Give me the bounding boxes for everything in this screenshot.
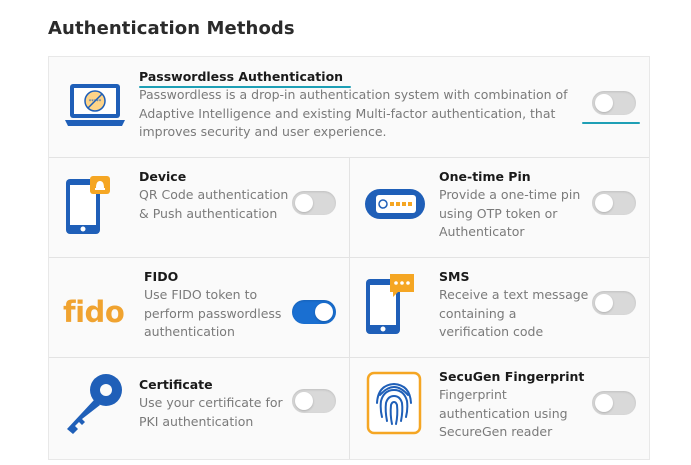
sms-label: SMS [439, 269, 470, 284]
fingerprint-label: SecuGen Fingerprint [439, 369, 585, 384]
fido-description: Use FIDO token to perform passwordless a… [144, 287, 282, 339]
device-toggle[interactable] [292, 191, 336, 215]
method-otp: One-time Pin Provide a one-time pin usin… [349, 157, 649, 257]
phone-message-icon [366, 274, 414, 334]
fido-logo: fido [63, 295, 125, 329]
fingerprint-icon [366, 371, 422, 435]
fido-label: FIDO [144, 269, 179, 284]
device-label: Device [139, 169, 187, 184]
toggle-knob [595, 394, 613, 412]
method-fingerprint: SecuGen Fingerprint Fingerprint authenti… [349, 357, 649, 459]
certificate-toggle[interactable] [292, 389, 336, 413]
passwordless-toggle[interactable] [592, 91, 636, 115]
fingerprint-description: Fingerprint authentication using SecureG… [439, 387, 568, 439]
passwordless-label: Passwordless Authentication [139, 69, 344, 84]
otp-toggle[interactable] [592, 191, 636, 215]
toggle-knob [595, 294, 613, 312]
otp-label: One-time Pin [439, 169, 531, 184]
method-passwordless: ***** Passwordless Authentication Passwo… [49, 57, 649, 157]
laptop-no-password-icon: ***** [65, 84, 125, 126]
method-fido: fido FIDO Use FIDO token to perform pass… [49, 257, 349, 357]
fido-toggle[interactable] [292, 300, 336, 324]
methods-panel: ***** Passwordless Authentication Passwo… [48, 56, 650, 460]
toggle-underline [582, 122, 640, 124]
fingerprint-toggle[interactable] [592, 391, 636, 415]
toggle-knob [295, 392, 313, 410]
key-icon [67, 374, 122, 434]
certificate-label: Certificate [139, 377, 213, 392]
page-title: Authentication Methods [48, 18, 295, 39]
sms-toggle[interactable] [592, 291, 636, 315]
passwordless-description: Passwordless is a drop-in authentication… [139, 87, 568, 139]
method-certificate: Certificate Use your certificate for PKI… [49, 357, 349, 459]
otp-token-icon [365, 189, 425, 219]
phone-notification-icon [66, 176, 110, 234]
method-device: Device QR Code authentication & Push aut… [49, 157, 349, 257]
toggle-knob [295, 194, 313, 212]
method-sms: SMS Receive a text message containing a … [349, 257, 649, 357]
sms-description: Receive a text message containing a veri… [439, 287, 589, 339]
certificate-description: Use your certificate for PKI authenticat… [139, 395, 283, 429]
device-description: QR Code authentication & Push authentica… [139, 187, 289, 221]
toggle-knob [315, 303, 333, 321]
toggle-knob [595, 94, 613, 112]
otp-description: Provide a one-time pin using OTP token o… [439, 187, 581, 239]
toggle-knob [595, 194, 613, 212]
